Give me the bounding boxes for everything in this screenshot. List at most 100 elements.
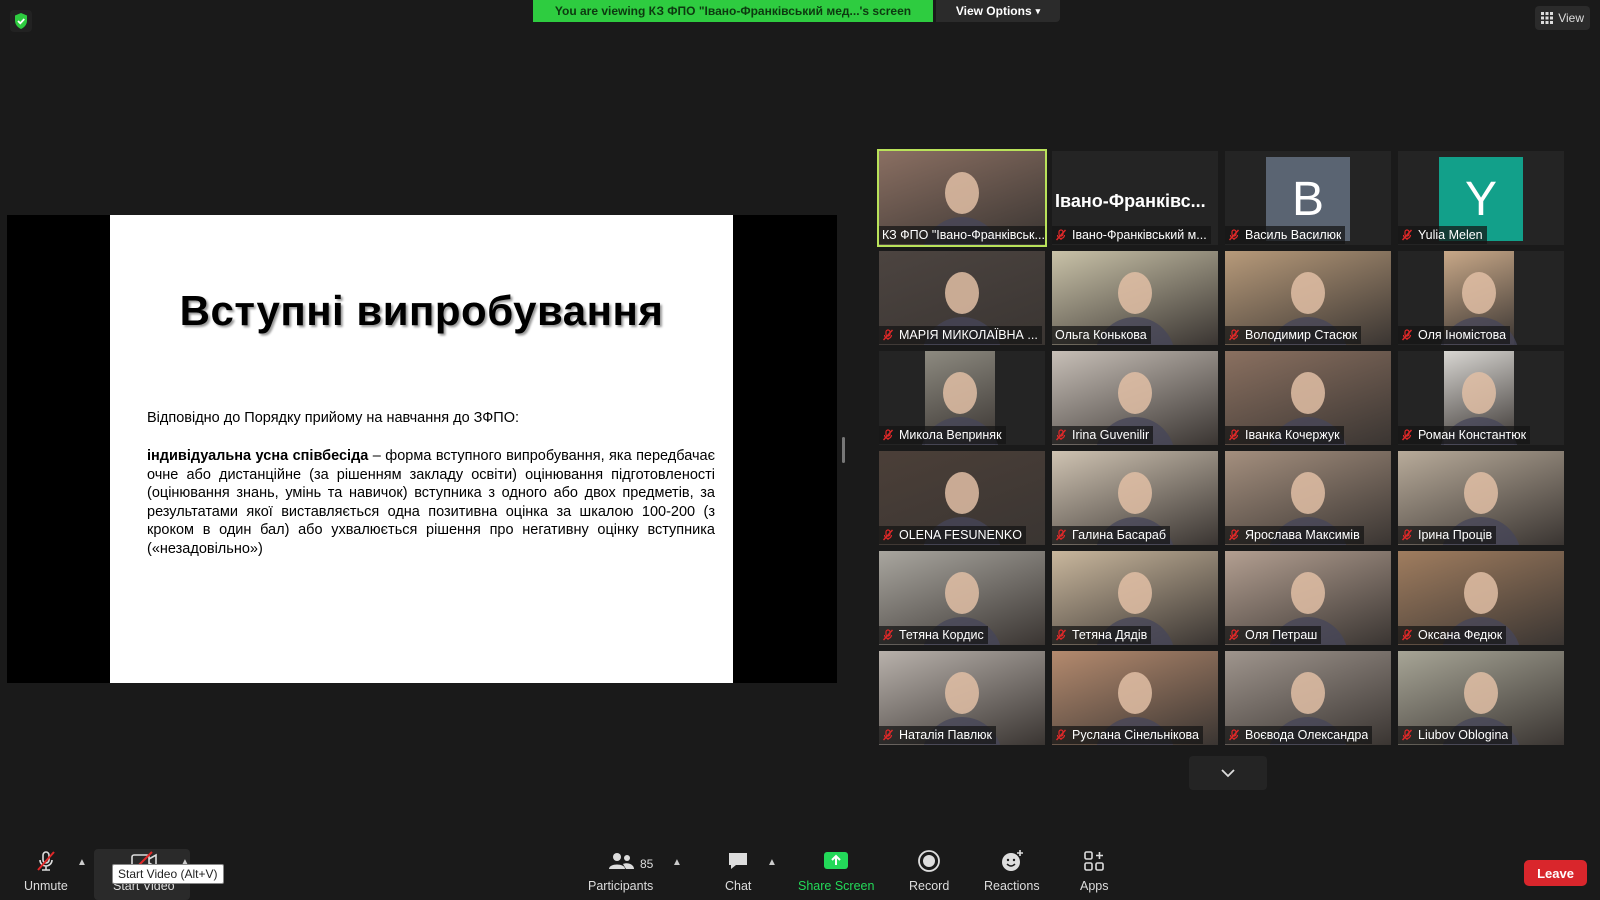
participant-silhouette <box>1462 271 1496 314</box>
microphone-muted-icon <box>1401 429 1418 441</box>
share-screen-icon <box>824 852 849 869</box>
participant-tile[interactable]: Тетяна Дядів <box>1052 551 1218 645</box>
participant-silhouette <box>1291 571 1325 614</box>
participant-tile[interactable]: Микола Веприняк <box>879 351 1045 445</box>
microphone-muted-icon <box>1228 329 1245 341</box>
participant-name: Володимир Стасюк <box>1245 328 1358 342</box>
participant-tile[interactable]: Ольга Конькова <box>1052 251 1218 345</box>
chat-icon <box>729 853 748 869</box>
participant-name: Іванка Кочержук <box>1245 428 1340 442</box>
microphone-muted-icon <box>882 429 899 441</box>
record-button[interactable]: Record <box>909 849 949 893</box>
meeting-toolbar: Unmute ▲ Start Video ▲ Participants 85 ▲… <box>0 845 1600 900</box>
record-icon <box>918 850 941 872</box>
microphone-muted-icon <box>1055 529 1072 541</box>
microphone-muted-icon <box>1228 629 1245 641</box>
participant-name-tag: Володимир Стасюк <box>1225 326 1362 344</box>
microphone-muted-icon <box>1401 729 1418 741</box>
participant-tile[interactable]: Оксана Федюк <box>1398 551 1564 645</box>
participant-tile[interactable]: Оля Іномістова <box>1398 251 1564 345</box>
view-options-label: View Options <box>955 4 1032 18</box>
participant-tile[interactable]: МАРІЯ МИКОЛАЇВНА ... <box>879 251 1045 345</box>
participant-silhouette <box>1291 371 1325 414</box>
participant-name: Івано-Франківський м... <box>1072 228 1207 242</box>
participant-tile[interactable]: Володимир Стасюк <box>1225 251 1391 345</box>
participant-name-tag: Роман Константюк <box>1398 426 1531 444</box>
participant-tile[interactable]: Y Yulia Melen <box>1398 151 1564 245</box>
participant-tile[interactable]: Ірина Проців <box>1398 451 1564 545</box>
participant-name-tag: Оля Іномістова <box>1398 326 1511 344</box>
participants-count: 85 <box>640 857 654 871</box>
participant-name: Ірина Проців <box>1418 528 1493 542</box>
share-screen-label: Share Screen <box>798 879 875 893</box>
participant-tile[interactable]: Ярослава Максимів <box>1225 451 1391 545</box>
participant-tile[interactable]: Галина Басараб <box>1052 451 1218 545</box>
unmute-label: Unmute <box>24 879 68 893</box>
participant-silhouette <box>945 171 979 214</box>
gallery-next-page-button[interactable] <box>1189 756 1267 790</box>
chat-label: Chat <box>725 879 752 893</box>
participant-tile[interactable]: Liubov Oblogina <box>1398 651 1564 745</box>
microphone-muted-icon <box>1055 429 1072 441</box>
view-label: View <box>1558 11 1584 25</box>
participant-name-tag: Тетяна Кордис <box>879 626 988 644</box>
leave-button[interactable]: Leave <box>1524 860 1587 886</box>
microphone-muted-icon <box>1055 229 1072 241</box>
participant-name: Irina Guvenilir <box>1072 428 1150 442</box>
participant-tile[interactable]: Роман Константюк <box>1398 351 1564 445</box>
participant-silhouette <box>943 371 977 414</box>
participants-label: Participants <box>588 879 654 893</box>
participants-button[interactable]: Participants <box>588 849 653 893</box>
participant-tile[interactable]: Irina Guvenilir <box>1052 351 1218 445</box>
participant-name-tag: Ірина Проців <box>1398 526 1497 544</box>
reactions-button[interactable]: Reactions <box>984 849 1040 893</box>
participant-name: КЗ ФПО "Івано-Франківськ... <box>882 228 1045 242</box>
participant-silhouette <box>1464 471 1498 514</box>
participant-tile[interactable]: Іванка Кочержук <box>1225 351 1391 445</box>
participant-silhouette <box>1118 671 1152 714</box>
apps-label: Apps <box>1080 879 1109 893</box>
chevron-down-icon <box>1221 769 1235 778</box>
chat-options-caret-icon[interactable]: ▲ <box>767 857 777 868</box>
participant-tile[interactable]: Руслана Сінельнікова <box>1052 651 1218 745</box>
participant-tile[interactable]: Івано-Франківс... Івано-Франківський м... <box>1052 151 1218 245</box>
participant-name-tag: Liubov Oblogina <box>1398 726 1513 744</box>
participant-name: Галина Басараб <box>1072 528 1167 542</box>
audio-options-caret-icon[interactable]: ▲ <box>77 857 87 868</box>
participant-tile[interactable]: Наталія Павлюк <box>879 651 1045 745</box>
participant-display-name: Івано-Франківс... <box>1055 191 1206 211</box>
participant-silhouette <box>1118 471 1152 514</box>
participant-silhouette <box>1464 671 1498 714</box>
view-button[interactable]: View <box>1535 6 1590 30</box>
microphone-muted-icon <box>882 329 899 341</box>
participant-name: Наталія Павлюк <box>899 728 992 742</box>
microphone-muted-icon <box>882 629 899 641</box>
participant-tile[interactable]: Воєвода Олександра <box>1225 651 1391 745</box>
participants-options-caret-icon[interactable]: ▲ <box>672 857 682 868</box>
microphone-muted-icon <box>1055 629 1072 641</box>
participant-name-tag: Irina Guvenilir <box>1052 426 1154 444</box>
view-options-button[interactable]: View Options ▾ <box>936 0 1060 22</box>
participant-silhouette <box>945 271 979 314</box>
participant-name-tag: Івано-Франківський м... <box>1052 226 1211 244</box>
participant-silhouette <box>945 471 979 514</box>
emoji-plus-icon <box>1001 850 1023 871</box>
participant-name-tag: Василь Василюк <box>1225 226 1346 244</box>
unmute-button[interactable]: Unmute <box>24 849 68 893</box>
slide-title: Вступні випробування <box>179 287 664 334</box>
participant-name-tag: Микола Веприняк <box>879 426 1006 444</box>
participant-tile[interactable]: Тетяна Кордис <box>879 551 1045 645</box>
participant-name: МАРІЯ МИКОЛАЇВНА ... <box>899 328 1038 342</box>
participant-tile[interactable]: OLENA FESUNENKO <box>879 451 1045 545</box>
participant-tile[interactable]: Оля Петраш <box>1225 551 1391 645</box>
security-shield-icon[interactable] <box>10 10 32 32</box>
record-label: Record <box>909 879 950 893</box>
split-resize-handle[interactable] <box>842 437 845 463</box>
apps-button[interactable]: Apps <box>1080 849 1109 893</box>
participant-tile[interactable]: КЗ ФПО "Івано-Франківськ... <box>877 149 1047 247</box>
participant-name-tag: Ольга Конькова <box>1052 326 1151 344</box>
participant-tile[interactable]: B Василь Василюк <box>1225 151 1391 245</box>
participant-name-tag: Ярослава Максимів <box>1225 526 1364 544</box>
share-screen-button[interactable]: Share Screen <box>798 849 874 893</box>
chat-button[interactable]: Chat <box>725 849 751 893</box>
